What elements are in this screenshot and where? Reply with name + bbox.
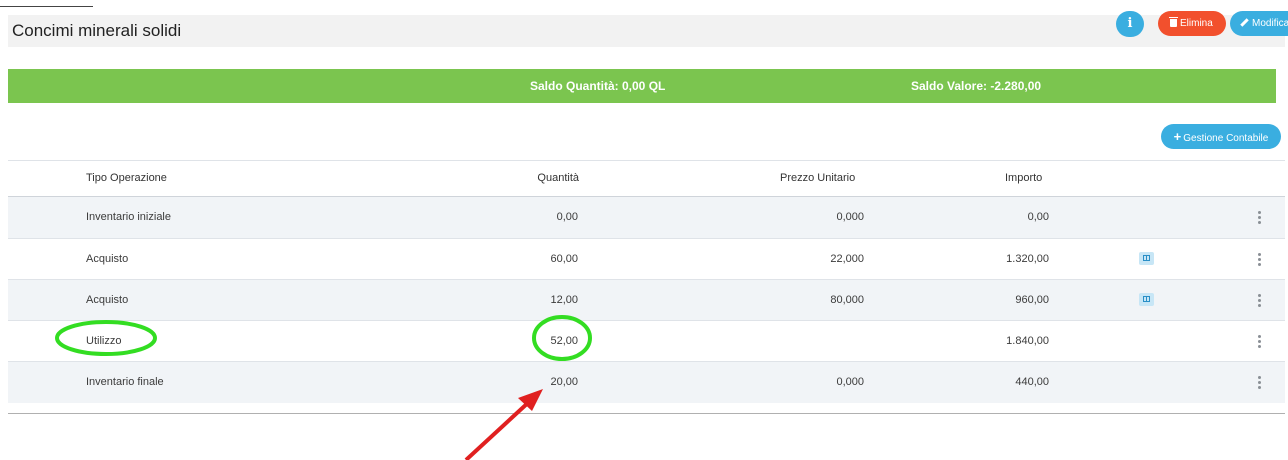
cell-importo: 1.320,00 [1006, 253, 1049, 265]
kebab-menu-icon[interactable] [1258, 335, 1261, 349]
saldo-summary-bar: Saldo Quantità: 0,00 QL Saldo Valore: -2… [8, 69, 1276, 103]
info-icon: i [1127, 16, 1133, 31]
document-icon[interactable] [1139, 293, 1154, 306]
annotation-arrow-line [464, 399, 532, 460]
cell-tipo: Acquisto [86, 294, 129, 306]
table-bottom-divider [8, 413, 1285, 414]
delete-button-label: Elimina [1180, 18, 1213, 29]
cell-importo: 960,00 [1015, 294, 1049, 306]
header-quantita: Quantità [537, 172, 579, 184]
saldo-quantita: Saldo Quantità: 0,00 QL [530, 79, 666, 93]
cell-importo: 440,00 [1015, 376, 1049, 388]
kebab-menu-icon[interactable] [1258, 211, 1261, 225]
edit-button[interactable]: Modifica [1230, 11, 1288, 36]
cell-prezzo: 0,000 [836, 211, 864, 223]
top-divider [0, 6, 93, 7]
gestione-label: Gestione Contabile [1183, 133, 1269, 144]
cell-quantita: 60,00 [550, 253, 578, 265]
table-header-row: Tipo Operazione Quantità Prezzo Unitario… [8, 160, 1285, 197]
cell-tipo: Utilizzo [86, 335, 122, 347]
pencil-icon [1240, 18, 1249, 27]
table-row: Inventario iniziale 0,00 0,000 0,00 [8, 197, 1285, 238]
saldo-valore: Saldo Valore: -2.280,00 [911, 79, 1042, 93]
cell-prezzo: 80,000 [830, 294, 864, 306]
delete-button[interactable]: Elimina [1158, 11, 1226, 36]
kebab-menu-icon[interactable] [1258, 376, 1261, 390]
cell-prezzo: 22,000 [830, 253, 864, 265]
cell-quantita: 12,00 [550, 294, 578, 306]
table-row: Acquisto 12,00 80,000 960,00 [8, 280, 1285, 321]
cell-quantita: 0,00 [556, 211, 578, 223]
kebab-menu-icon[interactable] [1258, 253, 1261, 267]
header-prezzo-unitario: Prezzo Unitario [780, 172, 856, 184]
table-row: Inventario finale 20,00 0,000 440,00 [8, 362, 1285, 403]
cell-tipo: Inventario iniziale [86, 211, 171, 223]
cell-tipo: Acquisto [86, 253, 129, 265]
header-importo: Importo [1005, 172, 1043, 184]
add-gestione-contabile-button[interactable]: + Gestione Contabile [1161, 124, 1281, 149]
cell-tipo: Inventario finale [86, 376, 164, 388]
plus-icon: + [1173, 129, 1182, 144]
cell-quantita: 20,00 [550, 376, 578, 388]
table-row: Acquisto 60,00 22,000 1.320,00 [8, 239, 1285, 280]
cell-prezzo: 0,000 [836, 376, 864, 388]
table-row: Utilizzo 52,00 1.840,00 [8, 321, 1285, 362]
document-icon[interactable] [1139, 252, 1154, 265]
page-title: Concimi minerali solidi [8, 15, 1285, 47]
cell-importo: 1.840,00 [1006, 335, 1049, 347]
edit-button-label: Modifica [1252, 18, 1288, 29]
kebab-menu-icon[interactable] [1258, 294, 1261, 308]
cell-importo: 0,00 [1027, 211, 1049, 223]
cell-quantita: 52,00 [550, 335, 578, 347]
info-button[interactable]: i [1116, 11, 1144, 37]
header-tipo-operazione: Tipo Operazione [86, 172, 167, 184]
trash-icon [1169, 17, 1178, 27]
